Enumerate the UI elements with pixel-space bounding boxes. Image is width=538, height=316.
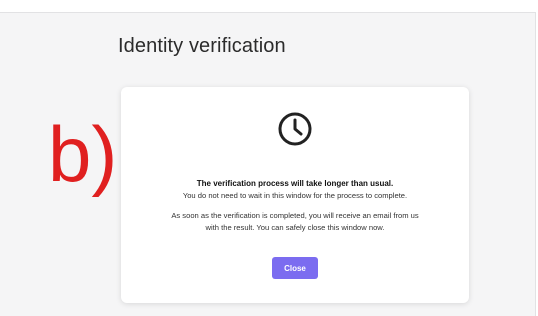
dialog-message-title: The verification process will take longe…	[196, 179, 394, 188]
close-button[interactable]: Close	[272, 257, 318, 279]
annotation-label: b)	[48, 110, 118, 198]
verification-dialog: The verification process will take longe…	[121, 87, 469, 303]
page-title: Identity verification	[118, 35, 286, 57]
dialog-message-line: with the result. You can safely close th…	[205, 223, 385, 232]
dialog-message-line: You do not need to wait in this window f…	[182, 191, 408, 200]
dialog-message-line: As soon as the verification is completed…	[171, 211, 419, 220]
clock-icon	[278, 112, 312, 146]
